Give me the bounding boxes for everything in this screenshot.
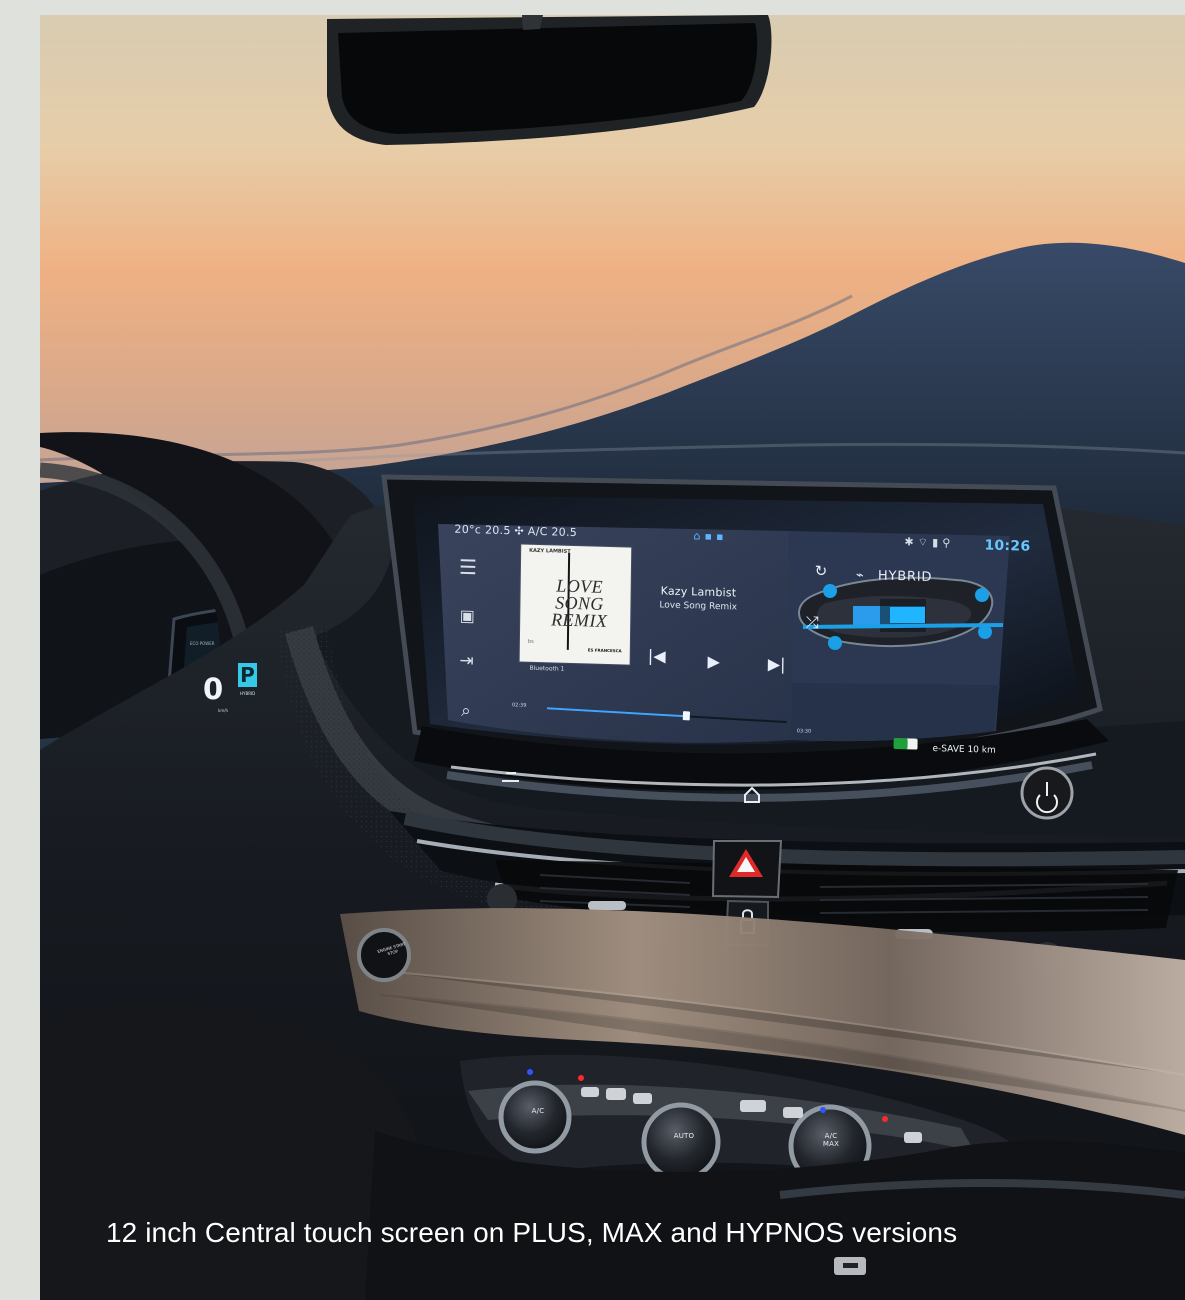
next-track-icon[interactable]: ▶| — [766, 654, 788, 676]
media-progress-knob[interactable] — [682, 711, 691, 721]
album-art-footer: ES FRANCESCA — [587, 647, 622, 654]
album-art-artist: KAZY LAMBIST — [529, 547, 571, 555]
media-progress-fill — [546, 707, 687, 718]
cluster-speed: 0 — [203, 672, 224, 706]
track-artist: Kazy Lambist — [660, 584, 737, 600]
elapsed-time: 02:39 — [511, 702, 527, 709]
infotainment-screen-content: 20°c 20.5 ✣ A/C 20.5 ⌂ ▪ ▪ ✱ ⌔ ▮ ⚲ 10:26… — [391, 489, 1080, 766]
home-page-indicator[interactable]: ⌂ ▪ ▪ — [693, 529, 724, 550]
cluster-unit: km/h — [218, 708, 229, 713]
ac-knob-label: A/C — [531, 1107, 545, 1115]
track-title: Love Song Remix — [659, 600, 738, 613]
album-title-line-2: REMIX — [551, 609, 608, 631]
connectivity-status-icons: ✱ ⌔ ▮ ⚲ — [904, 535, 951, 550]
ac-max-knob-label: A/C MAX — [822, 1132, 840, 1148]
cluster-mode-labels: ECO POWER — [190, 641, 215, 646]
track-duration: 03:30 — [796, 728, 812, 735]
infotainment-side-rail: ☰ ▣ ⇥ ⌕ — [447, 546, 492, 723]
hybrid-title: HYBRID — [877, 568, 933, 586]
album-art-title: LOVE SONG REMIX — [536, 575, 623, 631]
auto-knob-label: AUTO — [673, 1132, 695, 1140]
repeat-icon[interactable]: ↻ — [810, 562, 832, 583]
play-icon[interactable]: ▶ — [703, 652, 725, 674]
climate-status[interactable]: 20°c 20.5 ✣ A/C 20.5 — [454, 523, 577, 546]
hybrid-icon: ⌁ — [855, 567, 864, 584]
search-icon[interactable]: ⌕ — [455, 700, 477, 723]
previous-track-icon[interactable]: |◀ — [646, 646, 668, 668]
album-art-small-label: bs — [527, 638, 534, 645]
climate-knob-ac[interactable] — [498, 1080, 572, 1154]
media-progress-bar[interactable] — [546, 707, 787, 724]
climate-knob-auto[interactable] — [641, 1102, 721, 1182]
e-save-label: e-SAVE 10 km — [932, 744, 996, 756]
shuffle-icon[interactable]: ⤮ — [801, 612, 823, 634]
e-save-toggle[interactable] — [893, 737, 918, 750]
clock-time: 10:26 — [984, 537, 1031, 555]
menu-icon[interactable]: ☰ — [457, 555, 479, 579]
media-icon[interactable]: ▣ — [456, 605, 478, 628]
driver-cluster-readout: ECO POWER 0 km/h P HYBRID — [185, 639, 280, 739]
gear-indicator: P — [238, 663, 257, 687]
album-art: KAZY LAMBIST LOVE SONG REMIX bs ES FRANC… — [519, 544, 632, 665]
product-photo-page: ECO POWER 0 km/h P HYBRID 20°c 20.5 ✣ A/… — [0, 0, 1185, 1300]
album-title-line-1: LOVE SONG — [555, 575, 604, 614]
source-icon[interactable]: ⇥ — [455, 650, 477, 673]
cluster-drive-mode: HYBRID — [240, 691, 256, 696]
photo-caption: 12 inch Central touch screen on PLUS, MA… — [106, 1217, 958, 1248]
car-interior-photo: ECO POWER 0 km/h P HYBRID 20°c 20.5 ✣ A/… — [40, 15, 1185, 1300]
bluetooth-source-label[interactable]: Bluetooth 1 — [529, 665, 564, 673]
